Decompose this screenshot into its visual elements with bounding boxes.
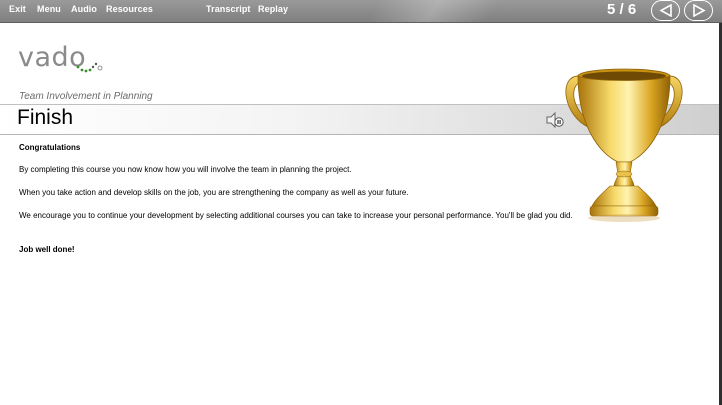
next-button[interactable] — [684, 0, 713, 21]
page-counter: 5 / 6 — [607, 1, 637, 18]
toolbar-decoration — [330, 0, 560, 22]
transcript-button[interactable]: Transcript — [206, 4, 251, 14]
content-paragraph: We encourage you to continue your develo… — [19, 211, 573, 220]
previous-button[interactable] — [651, 0, 680, 21]
page-title: Finish — [17, 106, 74, 129]
trophy-image — [565, 68, 683, 222]
back-arrow-icon — [659, 4, 672, 17]
logo-mark-icon — [76, 62, 103, 73]
exit-button[interactable]: Exit — [9, 4, 26, 14]
content-paragraph: When you take action and develop skills … — [19, 188, 409, 197]
content-paragraph: By completing this course you now know h… — [19, 165, 352, 174]
forward-arrow-icon — [693, 4, 706, 17]
content-heading: Congratulations — [19, 143, 81, 152]
replay-button[interactable]: Replay — [258, 4, 288, 14]
course-subtitle: Team Involvement in Planning — [19, 91, 153, 102]
audio-button[interactable]: Audio — [71, 4, 97, 14]
resources-button[interactable]: Resources — [106, 4, 153, 14]
content-area: Congratulations By completing this cours… — [19, 142, 619, 254]
vado-logo: vado — [18, 42, 108, 76]
menu-button[interactable]: Menu — [37, 4, 61, 14]
closing-text: Job well done! — [19, 245, 75, 254]
top-toolbar: Exit Menu Audio Resources Transcript Rep… — [0, 0, 722, 23]
